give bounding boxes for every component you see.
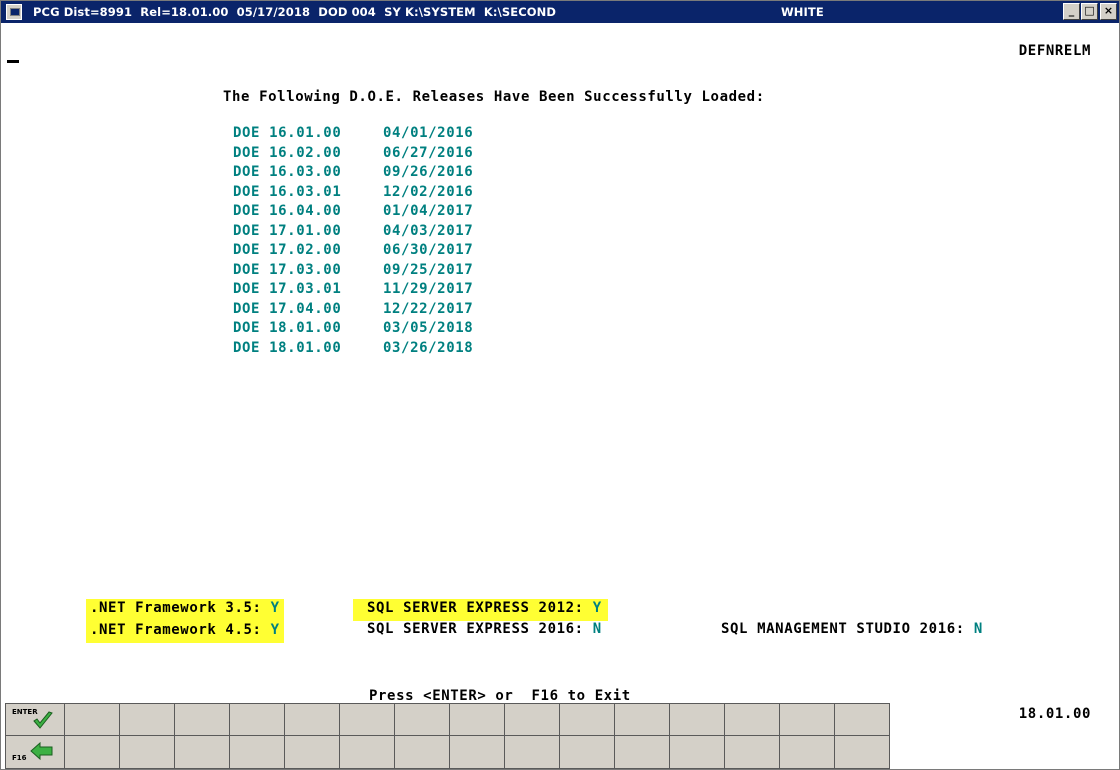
release-date: 04/01/2016 [383, 125, 474, 141]
close-button[interactable]: × [1100, 3, 1117, 20]
maximize-button[interactable]: □ [1081, 3, 1098, 20]
function-key[interactable] [560, 736, 615, 769]
function-key[interactable] [670, 736, 725, 769]
release-date: 12/22/2017 [383, 300, 474, 317]
release-name: DOE 17.04.00 [233, 300, 342, 317]
function-key[interactable] [780, 736, 835, 769]
sql2016-status: SQL SERVER EXPRESS 2016: N [367, 621, 602, 641]
release-date: 04/03/2017 [383, 222, 474, 239]
release-date: 09/26/2016 [383, 164, 474, 180]
release-name: DOE 16.03.01 [233, 183, 342, 200]
function-key[interactable] [120, 736, 175, 769]
function-key[interactable] [395, 736, 450, 769]
text-cursor [7, 60, 19, 63]
app-icon[interactable] [6, 4, 22, 20]
function-key[interactable] [615, 703, 670, 736]
screen-id: DEFNRELM [1018, 43, 1091, 59]
function-key[interactable] [450, 703, 505, 736]
green-checkmark-icon [33, 711, 53, 729]
green-left-arrow-icon [30, 741, 53, 761]
f16-key[interactable]: F16 [5, 736, 65, 769]
release-date: 01/04/2017 [383, 203, 474, 219]
function-key[interactable] [285, 736, 340, 769]
function-key[interactable] [175, 703, 230, 736]
function-key-row: F16 [5, 736, 890, 769]
net45-status: .NET Framework 4.5: Y [86, 621, 284, 643]
function-key[interactable] [615, 736, 670, 769]
release-name: DOE 16.03.00 [233, 164, 342, 180]
title-bar[interactable]: PCG Dist=8991 Rel=18.01.00 05/17/2018 DO… [1, 1, 1119, 23]
release-date: 06/30/2017 [383, 242, 474, 258]
sql2012-status: SQL SERVER EXPRESS 2012: Y [353, 599, 608, 621]
sqlms2016-label: SQL MANAGEMENT STUDIO 2016: [721, 621, 974, 637]
function-key[interactable] [230, 736, 285, 769]
sql2012-value: Y [592, 600, 602, 616]
net35-status: .NET Framework 3.5: Y [86, 599, 284, 621]
function-key[interactable] [670, 703, 725, 736]
release-name: DOE 16.01.00 [233, 125, 342, 141]
release-date: 06/27/2016 [383, 144, 474, 161]
sql2016-label: SQL SERVER EXPRESS 2016: [367, 621, 593, 637]
sql2012-label: SQL SERVER EXPRESS 2012: [367, 600, 593, 616]
function-key[interactable] [560, 703, 615, 736]
function-key[interactable] [340, 736, 395, 769]
net45-label: .NET Framework 4.5: [90, 622, 271, 638]
function-key[interactable] [835, 703, 890, 736]
release-name: DOE 18.01.00 [233, 320, 342, 336]
exit-prompt: Press <ENTER> or F16 to Exit [369, 688, 631, 704]
function-key-bar: ENTER F16 [5, 703, 890, 769]
net45-value: Y [270, 622, 280, 638]
release-date: 11/29/2017 [383, 281, 474, 297]
function-key[interactable] [65, 736, 120, 769]
function-key-row: ENTER [5, 703, 890, 736]
window-user: WHITE [781, 5, 824, 19]
sqlms2016-status: SQL MANAGEMENT STUDIO 2016: N [721, 621, 983, 641]
function-key[interactable] [450, 736, 505, 769]
terminal-screen[interactable]: DEFNRELM The Following D.O.E. Releases H… [1, 23, 1119, 769]
version-label: 18.01.00 [1018, 706, 1091, 722]
function-key[interactable] [65, 703, 120, 736]
net35-label: .NET Framework 3.5: [90, 600, 271, 616]
function-key[interactable] [340, 703, 395, 736]
release-date: 03/26/2018 [383, 339, 474, 356]
release-name: DOE 16.04.00 [233, 203, 342, 219]
function-key[interactable] [175, 736, 230, 769]
release-name: DOE 17.01.00 [233, 222, 342, 239]
function-key[interactable] [780, 703, 835, 736]
f16-key-label: F16 [12, 754, 27, 762]
enter-key[interactable]: ENTER [5, 703, 65, 736]
release-name: DOE 17.03.00 [233, 261, 342, 278]
minimize-button[interactable]: _ [1063, 3, 1080, 20]
window-controls: _ □ × [1062, 3, 1117, 20]
release-date: 12/02/2016 [383, 183, 474, 200]
net35-value: Y [270, 600, 280, 616]
sql2016-value: N [592, 621, 602, 637]
function-key[interactable] [285, 703, 340, 736]
release-name: DOE 17.02.00 [233, 242, 342, 258]
release-name: DOE 17.03.01 [233, 281, 342, 297]
release-date: 03/05/2018 [383, 320, 474, 336]
function-key[interactable] [725, 703, 780, 736]
terminal-window: PCG Dist=8991 Rel=18.01.00 05/17/2018 DO… [0, 0, 1120, 770]
function-key[interactable] [835, 736, 890, 769]
function-key[interactable] [230, 703, 285, 736]
release-name: DOE 16.02.00 [233, 144, 342, 161]
function-key[interactable] [395, 703, 450, 736]
function-key[interactable] [725, 736, 780, 769]
function-key[interactable] [505, 703, 560, 736]
sqlms2016-value: N [973, 621, 983, 637]
window-title: PCG Dist=8991 Rel=18.01.00 05/17/2018 DO… [33, 5, 556, 19]
release-date: 09/25/2017 [383, 261, 474, 278]
page-heading: The Following D.O.E. Releases Have Been … [223, 89, 765, 105]
function-key[interactable] [120, 703, 175, 736]
function-key[interactable] [505, 736, 560, 769]
release-name: DOE 18.01.00 [233, 339, 342, 356]
